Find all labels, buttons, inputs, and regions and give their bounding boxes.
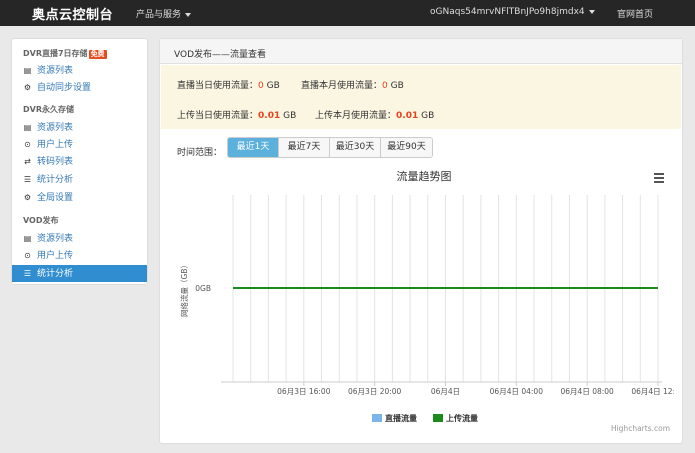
sidebar-item-vod-resources[interactable]: ▤ 资源列表: [12, 230, 147, 247]
home-link[interactable]: 官网首页: [617, 7, 653, 20]
stat-label: 直播当日使用流量：: [177, 81, 259, 91]
x-tick-label: 06月4日: [431, 387, 460, 396]
chevron-down-icon: [588, 9, 595, 14]
live-month-usage: 直播本月使用流量：0 GB: [301, 78, 404, 91]
stats-icon: ☰: [23, 175, 32, 184]
list-icon: ▤: [23, 123, 32, 132]
upload-month-usage: 上传本月使用流量：0.01 GB: [315, 108, 434, 121]
x-tick-label: 06月4日 12:00: [631, 387, 674, 396]
panel-header: VOD发布——流量查看: [160, 39, 682, 64]
sidebar-item-label: 资源列表: [37, 123, 74, 133]
transcode-icon: ⇄: [24, 157, 31, 166]
sidebar-item-label: 统计分析: [37, 269, 74, 279]
chart-credits[interactable]: Highcharts.com: [611, 424, 670, 433]
user-menu[interactable]: oGNaqs54mrvNFlTBnJPo9h8jmdx4: [430, 7, 595, 17]
upload-today-usage: 上传当日使用流量：0.01 GB: [177, 108, 296, 121]
sidebar-item-dvr-upload[interactable]: ⊙ 用户上传: [12, 136, 147, 153]
sidebar-item-label: 用户上传: [37, 140, 74, 150]
upload-icon: ⊙: [24, 140, 31, 149]
sidebar-item-label: 资源列表: [37, 234, 74, 244]
legend-swatch-live: [372, 414, 382, 422]
x-tick-label: 06月3日 16:00: [277, 387, 331, 396]
y-axis-label: 网络流量（GB）: [179, 261, 189, 317]
stat-unit: GB: [263, 81, 280, 91]
stat-unit: GB: [387, 81, 404, 91]
usage-summary: 直播当日使用流量：0 GB 直播本月使用流量：0 GB 上传当日使用流量：0.0…: [161, 65, 681, 129]
main-panel: VOD发布——流量查看 直播当日使用流量：0 GB 直播本月使用流量：0 GB …: [159, 38, 683, 444]
x-tick-label: 06月3日 20:00: [348, 387, 402, 396]
sidebar-section-title: DVR直播7日存储: [23, 49, 88, 58]
stat-label: 上传当日使用流量：: [177, 111, 259, 121]
sidebar-section-dvr-permanent: DVR永久存储: [23, 105, 74, 114]
legend-upload-label[interactable]: 上传流量: [446, 413, 478, 423]
traffic-trend-chart: 流量趋势图 06月3日 16:00 06月3日 20:00 06月4日 06月4日 0…: [179, 169, 674, 433]
legend-live-label[interactable]: 直播流量: [385, 413, 417, 423]
sidebar-item-label: 自动同步设置: [37, 83, 92, 93]
upload-icon: ⊙: [24, 251, 31, 260]
chart-title: 流量趋势图: [397, 169, 452, 183]
sidebar: DVR直播7日存储 免费 ▤ 资源列表 ⚙ 自动同步设置 DVR永久存储 ▤ 资源列表 …: [11, 38, 148, 285]
stat-unit: GB: [280, 111, 297, 121]
range-30days-button[interactable]: 最近30天: [330, 138, 381, 157]
stat-unit: GB: [418, 111, 435, 121]
sidebar-section-dvr-7day: DVR直播7日存储 免费: [23, 48, 107, 59]
list-icon: ▤: [23, 66, 32, 75]
legend-swatch-upload: [433, 414, 443, 422]
time-range-label: 时间范围：: [177, 148, 223, 158]
live-today-usage: 直播当日使用流量：0 GB: [177, 78, 280, 91]
products-menu[interactable]: 产品与服务: [136, 7, 192, 20]
sidebar-item-label: 用户上传: [37, 251, 74, 261]
range-1day-button[interactable]: 最近1天: [228, 138, 279, 157]
sidebar-item-vod-stats[interactable]: ☰ 统计分析: [12, 265, 147, 282]
chart-legend: 直播流量 上传流量: [372, 413, 478, 423]
gear-icon: ⚙: [23, 83, 32, 92]
sidebar-item-label: 资源列表: [37, 66, 74, 76]
sidebar-item-vod-upload[interactable]: ⊙ 用户上传: [12, 247, 147, 264]
sidebar-item-dvr7-resources[interactable]: ▤ 资源列表: [12, 62, 147, 79]
sidebar-item-dvr-global-settings[interactable]: ⚙ 全局设置: [12, 189, 147, 206]
x-tick-label: 06月4日 04:00: [490, 387, 544, 396]
top-navbar: 奥点云控制台 产品与服务 oGNaqs54mrvNFlTBnJPo9h8jmdx…: [0, 0, 695, 26]
sidebar-section-vod: VOD发布: [23, 216, 59, 225]
y-tick-label: 0GB: [195, 284, 211, 293]
sidebar-item-label: 全局设置: [37, 193, 74, 203]
sidebar-item-dvr7-sync-settings[interactable]: ⚙ 自动同步设置: [12, 79, 147, 96]
x-axis-ticks: 06月3日 16:00 06月3日 20:00 06月4日 06月4日 04:00 06…: [277, 382, 674, 396]
products-menu-label: 产品与服务: [136, 10, 182, 20]
page-title: VOD发布——流量查看: [174, 50, 267, 60]
sidebar-item-label: 转码列表: [37, 157, 74, 167]
stats-icon: ☰: [23, 269, 32, 278]
range-90days-button[interactable]: 最近90天: [381, 138, 432, 157]
free-badge: 免费: [88, 50, 107, 59]
x-tick-label: 06月4日 08:00: [561, 387, 615, 396]
sidebar-item-dvr-resources[interactable]: ▤ 资源列表: [12, 119, 147, 136]
sidebar-item-dvr-transcode[interactable]: ⇄ 转码列表: [12, 153, 147, 170]
stat-label: 上传本月使用流量：: [315, 111, 397, 121]
time-range-selector: 最近1天 最近7天 最近30天 最近90天: [227, 137, 433, 158]
stat-label: 直播本月使用流量：: [301, 81, 383, 91]
range-7days-button[interactable]: 最近7天: [279, 138, 330, 157]
stat-value: 0.01: [396, 111, 419, 121]
user-menu-label: oGNaqs54mrvNFlTBnJPo9h8jmdx4: [430, 7, 585, 17]
sidebar-item-label: 统计分析: [37, 175, 74, 185]
list-icon: ▤: [23, 234, 32, 243]
hamburger-icon[interactable]: [654, 173, 664, 183]
chevron-down-icon: [185, 12, 192, 17]
sidebar-item-dvr-stats[interactable]: ☰ 统计分析: [12, 171, 147, 188]
gear-icon: ⚙: [23, 193, 32, 202]
brand-logo[interactable]: 奥点云控制台: [32, 4, 113, 23]
stat-value: 0.01: [258, 111, 281, 121]
